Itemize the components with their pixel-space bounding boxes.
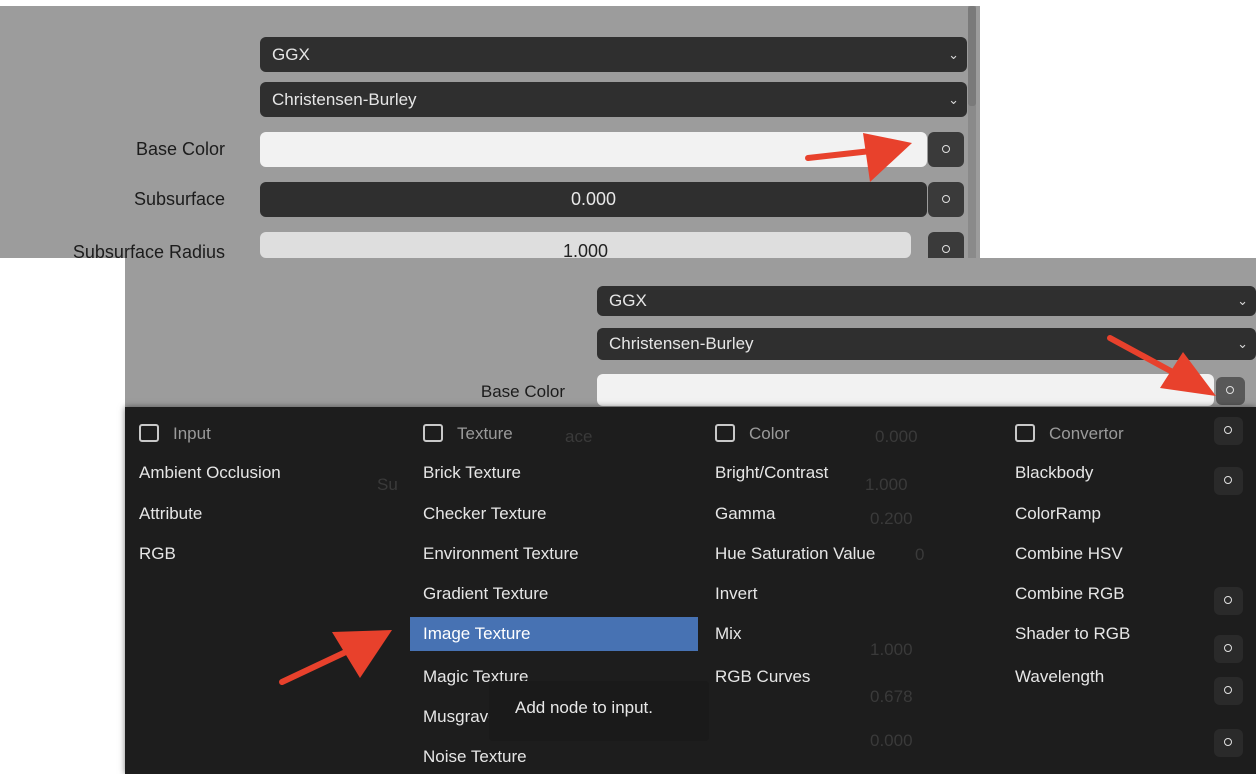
node-category-icon: [423, 423, 443, 442]
base-color-label: Base Color: [135, 139, 225, 159]
subsurface-radius-value: 1.000: [562, 241, 609, 258]
menu-item-noise-texture[interactable]: Noise Texture: [423, 740, 527, 774]
input-socket-button[interactable]: [1214, 587, 1243, 615]
menu-item-image-texture[interactable]: Image Texture: [410, 617, 698, 651]
distribution-value: GGX: [609, 291, 647, 310]
tooltip: Add node to input.: [489, 681, 709, 741]
chevron-down-icon: ⌄: [948, 92, 959, 107]
chevron-down-icon: ⌄: [1237, 336, 1248, 351]
input-socket-button[interactable]: [1214, 635, 1243, 663]
node-category-icon: [1015, 423, 1035, 442]
distribution-dropdown[interactable]: GGX ⌄: [260, 37, 967, 72]
hidden-value: 0: [915, 545, 925, 564]
menu-item-gamma[interactable]: Gamma: [715, 497, 775, 531]
input-socket-button[interactable]: [1214, 467, 1243, 495]
input-socket-button[interactable]: [1214, 417, 1243, 445]
menu-item-environment-texture[interactable]: Environment Texture: [423, 537, 579, 571]
hidden-value: 0.200: [870, 509, 913, 528]
menu-item-colorramp[interactable]: ColorRamp: [1015, 497, 1101, 531]
base-color-socket-button[interactable]: [1216, 377, 1245, 405]
menu-item-brick-texture[interactable]: Brick Texture: [423, 456, 521, 490]
menu-item-blackbody[interactable]: Blackbody: [1015, 456, 1093, 490]
node-category-icon: [715, 423, 735, 442]
input-socket-button[interactable]: [1214, 729, 1243, 757]
hidden-value: 1.000: [870, 640, 913, 659]
menu-item-gradient-texture[interactable]: Gradient Texture: [423, 577, 548, 611]
menu-item-bright-contrast[interactable]: Bright/Contrast: [715, 456, 828, 490]
menu-item-hue-saturation-value[interactable]: Hue Saturation Value: [715, 537, 875, 571]
hidden-label-fragment: Su: [377, 475, 398, 494]
subsurface-method-dropdown[interactable]: Christensen-Burley ⌄: [260, 82, 967, 117]
hidden-value: 0.000: [875, 427, 918, 446]
base-color-socket-button[interactable]: [928, 132, 964, 167]
subsurface-method-value: Christensen-Burley: [272, 90, 417, 109]
subsurface-radius-label: Subsurface Radius: [72, 242, 225, 258]
menu-item-rgb[interactable]: RGB: [139, 537, 176, 571]
menu-item-invert[interactable]: Invert: [715, 577, 758, 611]
menu-header-color: Color: [715, 417, 790, 451]
menu-item-shader-to-rgb[interactable]: Shader to RGB: [1015, 617, 1130, 651]
menu-item-combine-rgb[interactable]: Combine RGB: [1015, 577, 1125, 611]
menu-header-convertor: Convertor: [1015, 417, 1124, 451]
base-color-label: Base Color: [480, 382, 565, 401]
hidden-value: 1.000: [865, 475, 908, 494]
menu-item-mix[interactable]: Mix: [715, 617, 741, 651]
distribution-dropdown[interactable]: GGX ⌄: [597, 286, 1256, 316]
node-category-icon: [139, 423, 159, 442]
subsurface-radius-field[interactable]: 1.000: [260, 232, 911, 258]
hidden-label-fragment: ace: [565, 427, 593, 446]
annotation-arrow: [279, 630, 392, 685]
chevron-down-icon: ⌄: [948, 47, 959, 62]
subsurface-radius-socket-button[interactable]: [928, 232, 964, 258]
menu-header-input: Input: [139, 417, 211, 451]
subsurface-method-value: Christensen-Burley: [609, 334, 754, 353]
menu-item-checker-texture[interactable]: Checker Texture: [423, 497, 546, 531]
subsurface-label: Subsurface: [133, 189, 225, 209]
menu-item-combine-hsv[interactable]: Combine HSV: [1015, 537, 1123, 571]
annotation-arrow: [805, 133, 912, 182]
distribution-value: GGX: [272, 45, 310, 64]
menu-item-ambient-occlusion[interactable]: Ambient Occlusion: [139, 456, 281, 490]
hidden-value: 0.000: [870, 731, 913, 750]
annotation-arrow: [1107, 335, 1216, 396]
menu-item-rgb-curves[interactable]: RGB Curves: [715, 660, 810, 694]
subsurface-socket-button[interactable]: [928, 182, 964, 217]
menu-header-texture: Texture: [423, 417, 513, 451]
menu-item-wavelength[interactable]: Wavelength: [1015, 660, 1104, 694]
subsurface-value-field[interactable]: 0.000: [260, 182, 927, 217]
hidden-value: 0.678: [870, 687, 913, 706]
input-socket-button[interactable]: [1214, 677, 1243, 705]
menu-item-attribute[interactable]: Attribute: [139, 497, 202, 531]
chevron-down-icon: ⌄: [1237, 293, 1248, 308]
bottom-material-panel: GGX ⌄ Christensen-Burley ⌄ Base Color: [125, 258, 1256, 407]
